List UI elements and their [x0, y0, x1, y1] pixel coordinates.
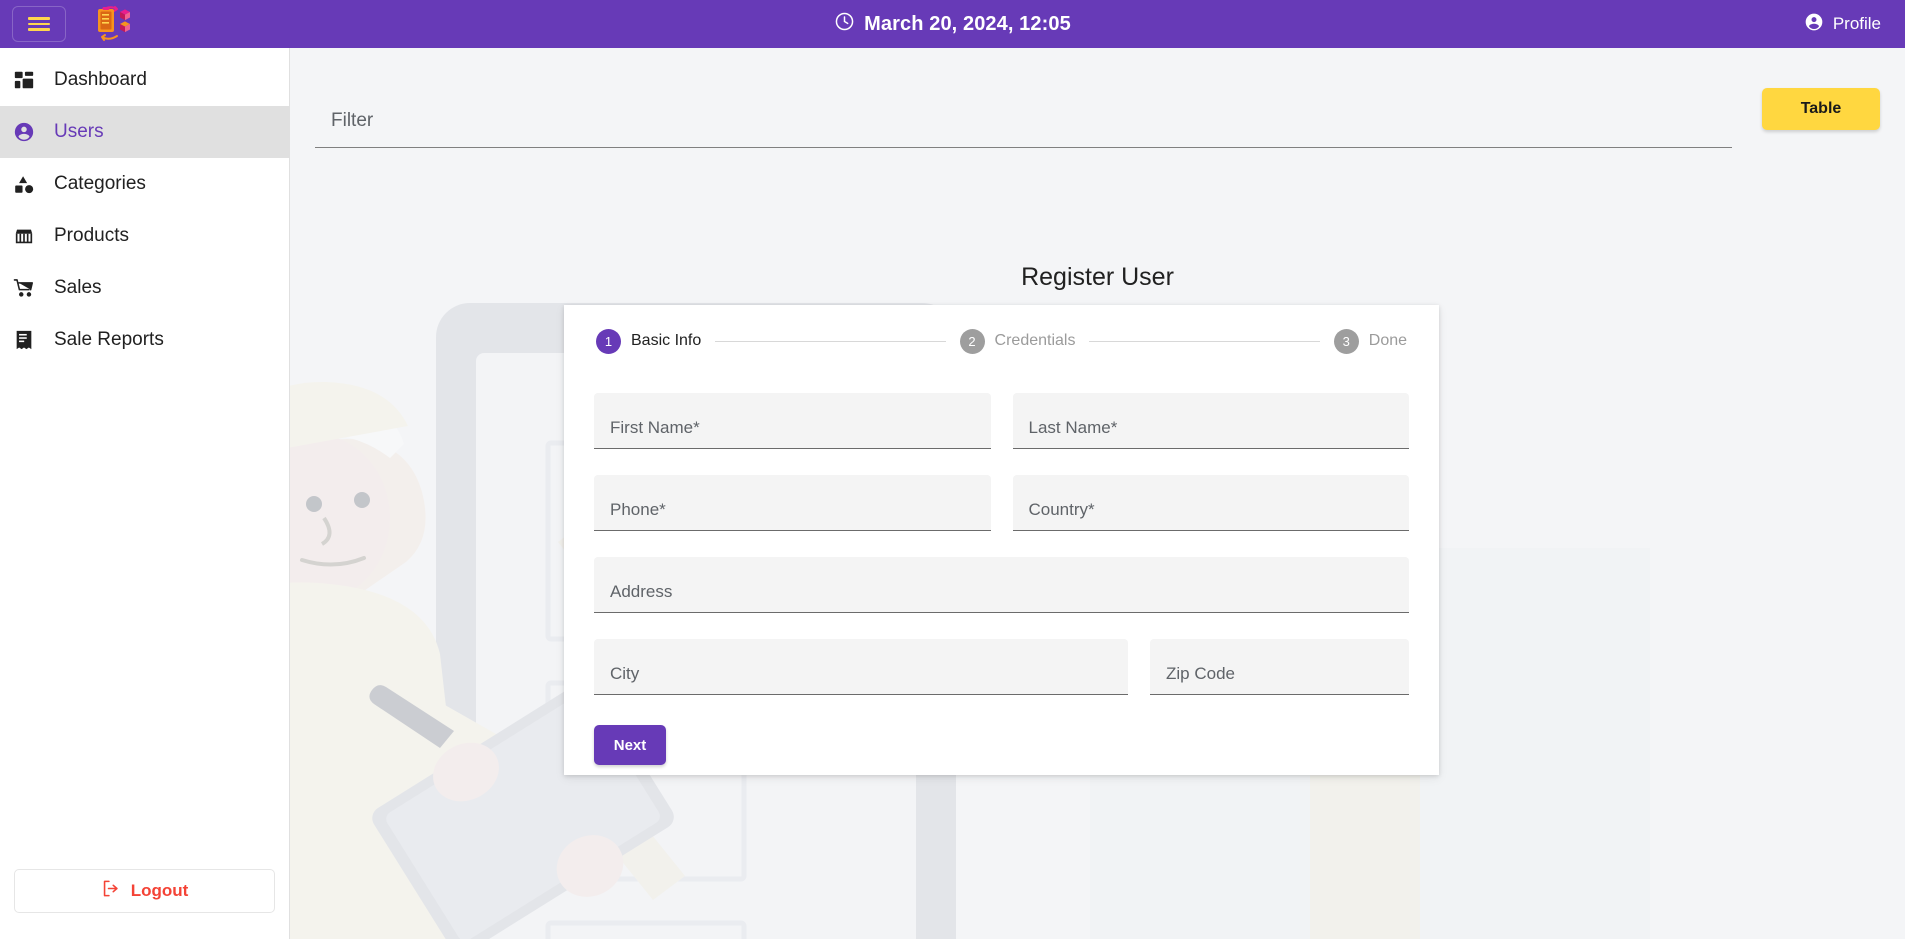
- sidebar-item-sales[interactable]: Sales: [0, 262, 289, 314]
- sidebar-item-products[interactable]: Products: [0, 210, 289, 262]
- address-field[interactable]: [594, 557, 1409, 613]
- menu-bar-1: [28, 17, 50, 20]
- filter-field[interactable]: [315, 78, 1732, 148]
- main-content: Table Register User 1 Basic Info 2 Crede…: [290, 48, 1905, 939]
- receipt-icon: [10, 329, 38, 351]
- menu-bar-2: [28, 22, 50, 26]
- top-app-bar: March 20, 2024, 12:05 Profile: [0, 0, 1905, 48]
- form-row-city-zip: [594, 639, 1409, 695]
- storefront-icon: [10, 225, 38, 247]
- form-row-name: [594, 393, 1409, 449]
- step-number: 1: [596, 328, 621, 354]
- form-row-address: [594, 557, 1409, 613]
- profile-button[interactable]: Profile: [1804, 0, 1881, 48]
- step-label: Credentials: [994, 332, 1076, 349]
- step-number: 2: [959, 328, 985, 354]
- stepper-step-done[interactable]: 3 Done: [1333, 328, 1408, 354]
- stepper-step-credentials[interactable]: 2 Credentials: [959, 328, 1076, 354]
- sidebar-item-categories[interactable]: Categories: [0, 158, 289, 210]
- zip-code-input[interactable]: [1150, 639, 1409, 694]
- logout-icon: [101, 879, 120, 903]
- logout-label: Logout: [130, 881, 189, 900]
- stepper-connector-1: [715, 340, 946, 342]
- first-name-field[interactable]: [594, 393, 991, 449]
- clock-icon: [834, 11, 855, 38]
- datetime-text: March 20, 2024, 12:05: [864, 12, 1071, 35]
- hamburger-menu-icon[interactable]: [12, 6, 66, 42]
- sidebar-item-dashboard[interactable]: Dashboard: [0, 54, 289, 106]
- register-user-card: 1 Basic Info 2 Credentials 3 Done First …: [564, 305, 1439, 775]
- header-datetime-container: March 20, 2024, 12:05: [0, 0, 1905, 48]
- city-field[interactable]: [594, 639, 1128, 695]
- sidebar-item-label: Users: [54, 121, 104, 142]
- sidebar: Dashboard Users Categories Products Sale…: [0, 48, 290, 939]
- inventory-clipboard-logo: [90, 4, 134, 44]
- phone-input[interactable]: [594, 475, 991, 530]
- phone-field[interactable]: [594, 475, 991, 531]
- first-name-input[interactable]: [594, 393, 991, 448]
- city-input[interactable]: [594, 639, 1128, 694]
- stepper-step-basic-info[interactable]: 1 Basic Info: [596, 328, 702, 354]
- sidebar-item-label: Categories: [54, 173, 146, 194]
- sidebar-item-sale-reports[interactable]: Sale Reports: [0, 314, 289, 366]
- last-name-input[interactable]: [1012, 393, 1409, 448]
- sidebar-item-label: Dashboard: [54, 69, 147, 90]
- account-circle-icon: [1804, 12, 1824, 37]
- last-name-field[interactable]: [1012, 393, 1409, 449]
- form-row-contact: [594, 475, 1409, 531]
- logout-container: Logout: [0, 869, 289, 939]
- step-number: 3: [1333, 328, 1359, 354]
- next-button[interactable]: Next: [594, 725, 666, 765]
- sidebar-item-users[interactable]: Users: [0, 106, 289, 158]
- basic-info-form: Next: [592, 377, 1411, 765]
- page-title: Register User: [1021, 263, 1174, 291]
- filter-input[interactable]: [315, 78, 1732, 147]
- dashboard-icon: [10, 69, 38, 91]
- table-button[interactable]: Table: [1762, 88, 1880, 130]
- country-input[interactable]: [1012, 475, 1409, 530]
- sidebar-item-label: Products: [54, 225, 129, 246]
- header-datetime: March 20, 2024, 12:05: [834, 11, 1071, 38]
- address-input[interactable]: [594, 557, 1409, 612]
- zip-code-field[interactable]: [1150, 639, 1409, 695]
- stepper: 1 Basic Info 2 Credentials 3 Done: [592, 305, 1411, 377]
- step-label: Done: [1368, 332, 1408, 349]
- stepper-connector-2: [1089, 340, 1320, 342]
- menu-bar-3: [28, 28, 50, 31]
- sidebar-item-label: Sales: [54, 277, 102, 298]
- account-circle-icon: [10, 121, 38, 143]
- shopping-cart-icon: [10, 277, 38, 299]
- step-label: Basic Info: [631, 332, 702, 349]
- sidebar-item-label: Sale Reports: [54, 329, 164, 350]
- profile-label: Profile: [1832, 14, 1881, 33]
- category-icon: [10, 173, 38, 195]
- sidebar-nav-list: Dashboard Users Categories Products Sale…: [0, 48, 289, 366]
- logout-button[interactable]: Logout: [14, 869, 275, 913]
- filter-toolbar: Table: [290, 48, 1905, 160]
- country-field[interactable]: [1012, 475, 1409, 531]
